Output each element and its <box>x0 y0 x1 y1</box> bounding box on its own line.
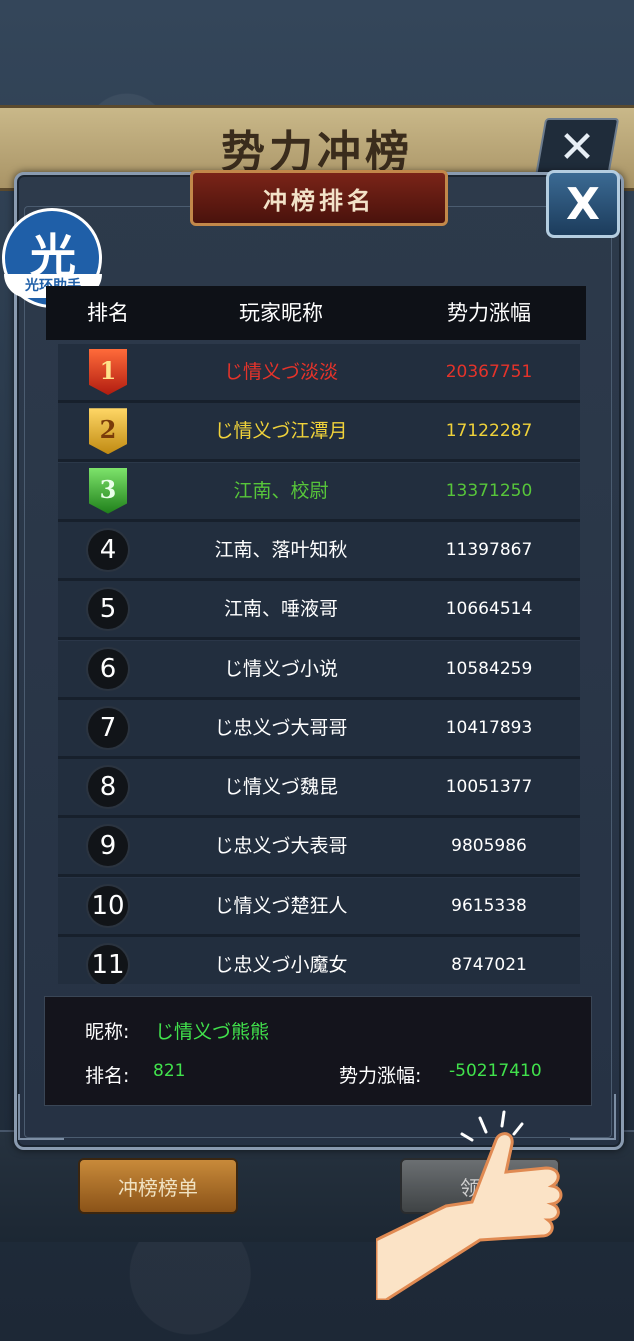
power-growth: 10051377 <box>445 777 533 798</box>
frame-corner-ornament <box>18 1094 64 1140</box>
table-row[interactable]: 1 じ情义づ淡淡 20367751 <box>58 344 580 403</box>
player-nickname: じ情义づ淡淡 <box>223 361 338 383</box>
rank-cell: 5 <box>58 581 158 637</box>
player-nickname: 江南、校尉 <box>233 479 329 502</box>
power-growth: 13371250 <box>445 480 533 501</box>
player-nickname: じ忠义づ大哥哥 <box>214 716 348 739</box>
player-nickname: じ情义づ魏昆 <box>223 776 338 799</box>
rank-cell: 9 <box>58 818 158 874</box>
power-growth: 9615338 <box>451 895 527 916</box>
rank-flag-icon: 2 <box>89 408 127 455</box>
my-nickname: じ情义づ熊熊 <box>155 1021 270 1043</box>
rank-cell: 7 <box>58 700 158 756</box>
table-row[interactable]: 11 じ忠义づ小魔女 8747021 <box>58 937 580 984</box>
rank-ball-icon: 7 <box>88 707 128 748</box>
thumbs-up-icon <box>376 1110 563 1300</box>
rank-flag-icon: 1 <box>89 349 127 395</box>
rank-cell: 10 <box>58 878 158 934</box>
rank-cell: 6 <box>58 641 158 697</box>
power-growth: 9805986 <box>451 836 527 857</box>
player-nickname: 江南、唾液哥 <box>223 598 338 621</box>
table-row[interactable]: 8 じ情义づ魏昆 10051377 <box>58 759 580 819</box>
header-rank: 排名 <box>87 301 129 325</box>
player-nickname: じ忠义づ大表哥 <box>214 835 348 858</box>
power-label: 势力涨幅: <box>339 1065 422 1087</box>
nickname-label: 昵称: <box>85 1021 130 1043</box>
player-nickname: じ情义づ小说 <box>223 657 338 680</box>
rank-cell: 11 <box>58 937 158 984</box>
my-power: -50217410 <box>449 1061 542 1081</box>
rank-cell: 1 <box>58 344 158 400</box>
table-row[interactable]: 5 江南、唾液哥 10664514 <box>58 581 580 641</box>
rank-label: 排名: <box>85 1065 130 1087</box>
dialog-title: 冲榜排名 <box>190 170 448 226</box>
power-growth: 8747021 <box>451 955 527 975</box>
power-growth: 17122287 <box>445 421 533 442</box>
header-power: 势力涨幅 <box>447 301 531 325</box>
background-close-button[interactable]: ✕ <box>534 118 620 178</box>
rank-ball-icon: 6 <box>88 648 128 689</box>
power-growth: 10417893 <box>445 717 533 738</box>
rank-cell: 3 <box>58 463 158 519</box>
rank-ball-icon: 5 <box>88 589 128 630</box>
rank-cell: 8 <box>58 759 158 815</box>
player-nickname: 江南、落叶知秋 <box>214 538 348 561</box>
power-growth: 10664514 <box>445 599 533 620</box>
header-nickname: 玩家昵称 <box>239 301 323 325</box>
power-growth: 10584259 <box>445 658 533 679</box>
my-rank-info: 昵称: じ情义づ熊熊 排名: 821 势力涨幅: -50217410 <box>44 996 592 1106</box>
power-growth: 11397867 <box>445 539 533 560</box>
table-row[interactable]: 7 じ忠义づ大哥哥 10417893 <box>58 699 580 759</box>
frame-corner-ornament <box>570 1094 616 1140</box>
power-growth: 20367751 <box>445 362 533 382</box>
close-button[interactable]: X <box>546 170 620 238</box>
table-row[interactable]: 9 じ忠义づ大表哥 9805986 <box>58 818 580 878</box>
table-row[interactable]: 6 じ情义づ小说 10584259 <box>58 640 580 700</box>
ranking-list[interactable]: 1 じ情义づ淡淡 20367751 2 じ情义づ江潭月 17122287 3 江南、校尉 133… <box>46 344 586 984</box>
table-row[interactable]: 10 じ情义づ楚狂人 9615338 <box>58 877 580 937</box>
player-nickname: じ忠义づ小魔女 <box>214 954 348 976</box>
close-icon: ✕ <box>558 122 596 173</box>
player-nickname: じ情义づ江潭月 <box>214 420 348 443</box>
rank-ball-icon: 10 <box>88 885 128 926</box>
table-header: 排名 玩家昵称 势力涨幅 <box>46 286 586 340</box>
rank-ball-icon: 9 <box>88 826 128 867</box>
ranking-list-button[interactable]: 冲榜榜单 <box>78 1158 238 1214</box>
rank-cell: 2 <box>58 403 158 459</box>
player-nickname: じ情义づ楚狂人 <box>214 894 348 917</box>
close-icon: X <box>566 178 600 230</box>
rank-flag-icon: 3 <box>89 467 127 514</box>
rank-ball-icon: 11 <box>88 945 128 984</box>
table-row[interactable]: 4 江南、落叶知秋 11397867 <box>58 521 580 581</box>
rank-ball-icon: 8 <box>88 767 128 808</box>
my-rank: 821 <box>153 1061 186 1081</box>
table-row[interactable]: 2 じ情义づ江潭月 17122287 <box>58 403 580 463</box>
rank-ball-icon: 4 <box>88 529 128 570</box>
table-row[interactable]: 3 江南、校尉 13371250 <box>58 462 580 522</box>
rank-cell: 4 <box>58 522 158 578</box>
